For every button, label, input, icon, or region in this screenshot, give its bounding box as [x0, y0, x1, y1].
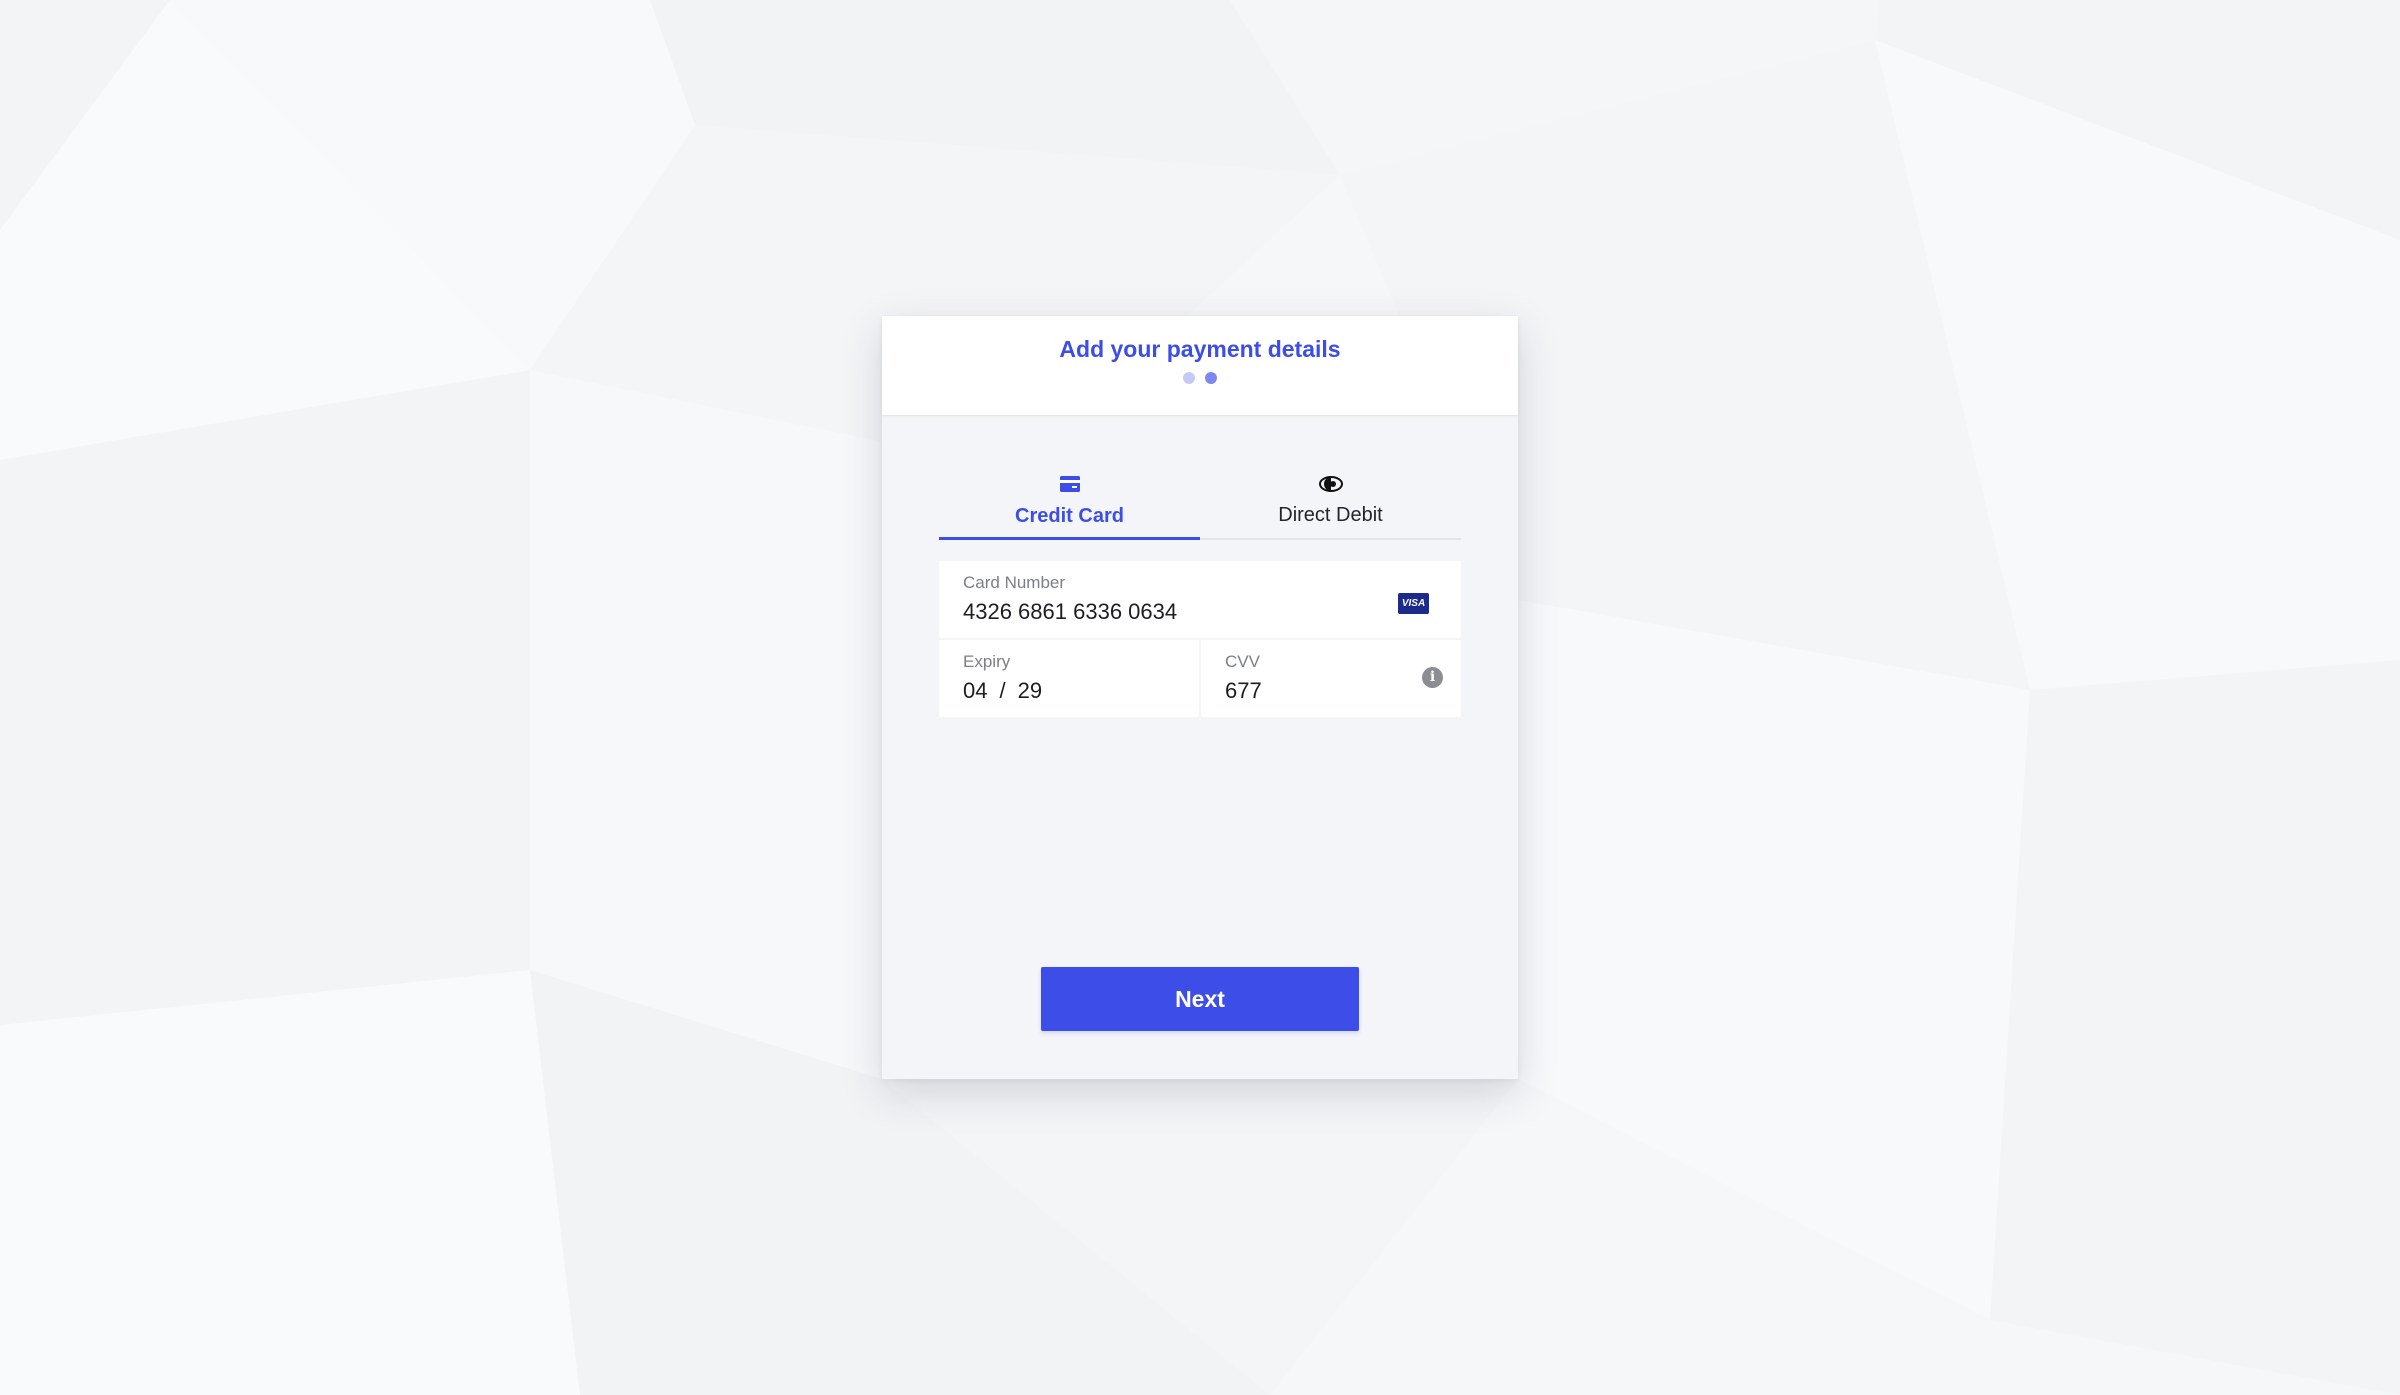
card-number-label: Card Number [963, 573, 1066, 592]
tab-credit-card[interactable]: Credit Card [939, 458, 1200, 540]
info-icon[interactable]: i [1422, 667, 1443, 688]
card-number-field[interactable]: Card Number VISA [939, 561, 1461, 638]
expiry-month[interactable]: 04 [963, 678, 987, 704]
expiry-cvv-row: Expiry 04 / 29 CVV i [939, 640, 1461, 717]
page-title: Add your payment details [1059, 336, 1341, 362]
expiry-separator: / [999, 678, 1006, 703]
direct-debit-icon [1318, 476, 1343, 497]
cvv-field[interactable]: CVV i [1201, 640, 1461, 717]
expiry-year[interactable]: 29 [1018, 678, 1042, 704]
card-form: Card Number VISA Expiry 04 / 29 CVV i [939, 561, 1461, 717]
cvv-label: CVV [1225, 652, 1260, 671]
step-dot-2 [1205, 372, 1217, 384]
cvv-input[interactable] [1225, 678, 1385, 704]
tab-credit-card-label: Credit Card [1015, 505, 1124, 527]
card-number-input[interactable] [963, 599, 1323, 625]
payment-card: Add your payment details Credit Card Dir… [882, 316, 1518, 1079]
credit-card-icon [1059, 476, 1080, 497]
expiry-field[interactable]: Expiry 04 / 29 [939, 640, 1199, 717]
expiry-input[interactable]: 04 / 29 [963, 678, 1042, 704]
tab-direct-debit[interactable]: Direct Debit [1200, 458, 1461, 538]
tab-direct-debit-label: Direct Debit [1278, 504, 1383, 526]
step-dot-1 [1183, 372, 1195, 384]
next-button[interactable]: Next [1041, 967, 1359, 1031]
step-indicator [882, 372, 1518, 384]
expiry-label: Expiry [963, 652, 1011, 671]
card-header: Add your payment details [882, 316, 1518, 416]
payment-method-tabs: Credit Card Direct Debit [939, 458, 1461, 540]
visa-icon: VISA [1398, 593, 1429, 614]
